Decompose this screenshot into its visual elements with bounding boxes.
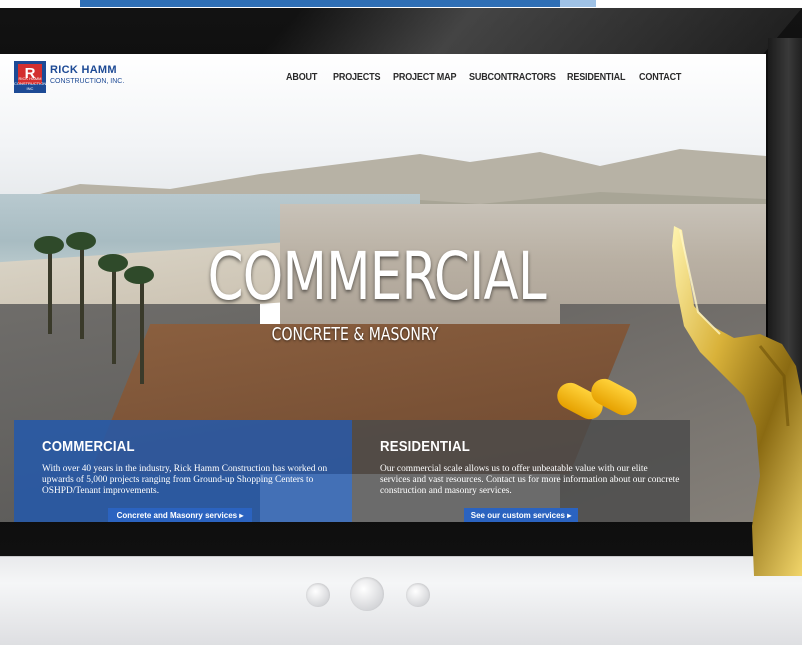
nav-contact[interactable]: CONTACT: [639, 71, 681, 85]
award-trophy-icon: [672, 226, 802, 576]
palm-frond: [66, 232, 96, 250]
logo-company-sub: CONSTRUCTION, INC.: [50, 78, 125, 85]
hero-subheadline: CONCRETE & MASONRY: [271, 324, 439, 345]
top-band: [80, 0, 560, 7]
palm-tree: [140, 274, 144, 384]
residential-services-button[interactable]: See our custom services ▸: [464, 508, 578, 522]
nav-projects[interactable]: PROJECTS: [333, 71, 380, 85]
palm-frond: [124, 266, 154, 284]
nav-residential[interactable]: RESIDENTIAL: [567, 71, 625, 85]
monitor-glare: [259, 8, 802, 56]
hero-photo: R RICK HAMM CONSTRUCTION INC RICK HAMM C…: [0, 54, 766, 522]
nav-about[interactable]: ABOUT: [286, 71, 317, 85]
commercial-panel: COMMERCIAL With over 40 years in the ind…: [14, 420, 352, 522]
logo-company-name[interactable]: RICK HAMM: [50, 64, 117, 76]
pagination-dot-icon[interactable]: [350, 577, 384, 611]
commercial-services-button[interactable]: Concrete and Masonry services ▸: [108, 508, 252, 522]
nav-subcontractors[interactable]: SUBCONTRACTORS: [469, 71, 556, 85]
palm-frond: [34, 236, 64, 254]
residential-text: Our commercial scale allows us to offer …: [380, 464, 680, 496]
hero-headline: COMMERCIAL: [207, 238, 547, 315]
residential-title: RESIDENTIAL: [380, 438, 470, 455]
top-strip: [0, 0, 802, 8]
palm-tree: [48, 244, 52, 334]
palm-tree: [80, 239, 84, 339]
palm-frond: [98, 254, 128, 272]
commercial-text: With over 40 years in the industry, Rick…: [42, 464, 328, 496]
top-band-light: [560, 0, 596, 7]
nav-project-map[interactable]: PROJECT MAP: [393, 71, 457, 85]
website-screen: R RICK HAMM CONSTRUCTION INC RICK HAMM C…: [0, 54, 766, 522]
commercial-title: COMMERCIAL: [42, 438, 135, 455]
palm-tree: [112, 264, 116, 364]
pagination-dot-icon[interactable]: [306, 583, 330, 607]
residential-panel: RESIDENTIAL Our commercial scale allows …: [352, 420, 690, 522]
logo-mini-text: RICK HAMM CONSTRUCTION INC: [14, 76, 47, 91]
company-logo[interactable]: R RICK HAMM CONSTRUCTION INC: [14, 61, 46, 93]
pagination-dot-icon[interactable]: [406, 583, 430, 607]
